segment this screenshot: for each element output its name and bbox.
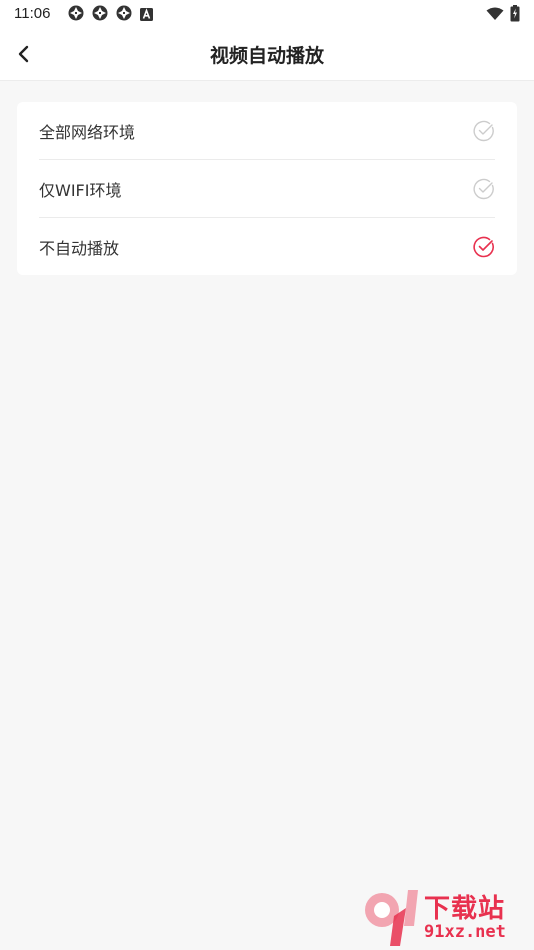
notification-icons: [68, 5, 153, 25]
aperture-icon: [92, 5, 108, 25]
check-circle-icon: [473, 178, 494, 199]
wifi-icon: [486, 6, 504, 25]
aperture-icon: [116, 5, 132, 25]
app-header: 视频自动播放: [0, 28, 534, 81]
battery-charging-icon: [510, 5, 520, 26]
autoplay-options-card: 全部网络环境 仅WIFI环境 不自动播放: [17, 102, 517, 275]
watermark-logo-icon: [365, 890, 418, 946]
page-title: 视频自动播放: [209, 45, 324, 67]
status-bar: 11:06: [0, 0, 534, 28]
option-label: 全部网络环境: [39, 122, 136, 142]
option-no-autoplay[interactable]: 不自动播放: [39, 218, 495, 275]
check-circle-icon: [473, 120, 494, 141]
option-label: 不自动播放: [39, 238, 120, 258]
option-wifi-only[interactable]: 仅WIFI环境: [39, 160, 495, 218]
system-icons: [486, 5, 520, 26]
option-all-networks[interactable]: 全部网络环境: [39, 102, 495, 160]
status-time: 11:06: [14, 5, 51, 22]
aperture-icon: [68, 5, 84, 25]
option-label: 仅WIFI环境: [39, 180, 122, 200]
watermark: 下载站 91xz.net: [360, 886, 530, 948]
check-circle-selected-icon: [473, 236, 494, 257]
watermark-title: 下载站: [424, 894, 506, 924]
watermark-url: 91xz.net: [424, 922, 506, 942]
a-badge-icon: [140, 6, 153, 25]
